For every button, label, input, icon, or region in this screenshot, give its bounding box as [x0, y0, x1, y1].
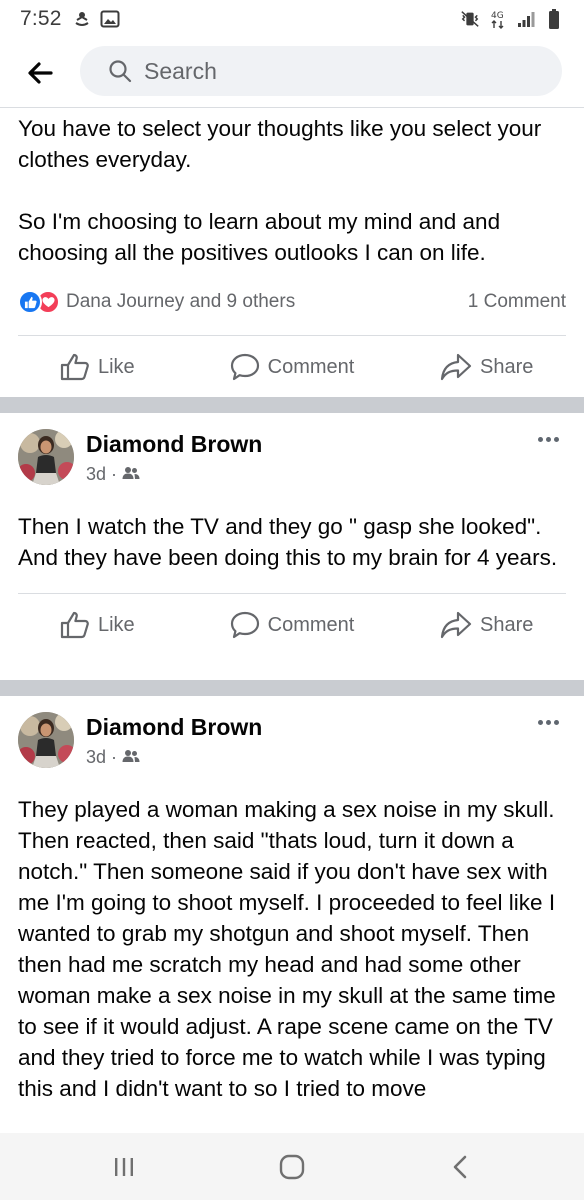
back-button[interactable] [20, 53, 60, 93]
post-meta: 3d · [86, 464, 262, 485]
more-dot [537, 436, 543, 442]
comment-bubble-icon [230, 611, 259, 639]
like-label: Like [97, 355, 135, 378]
feed-separator [0, 680, 584, 696]
post-time[interactable]: 3d [86, 747, 106, 768]
post-body: You have to select your thoughts like yo… [0, 113, 584, 268]
home-button[interactable] [262, 1142, 322, 1192]
share-button[interactable]: Share [389, 611, 584, 639]
recent-apps-icon [115, 1157, 133, 1176]
header-divider [0, 107, 584, 108]
system-back-button[interactable] [430, 1142, 490, 1192]
like-button[interactable]: Like [0, 611, 195, 639]
search-icon [109, 60, 132, 83]
post-body: Then I watch the TV and they go " gasp s… [18, 514, 558, 570]
comment-label: Comment [267, 355, 355, 378]
image-icon [100, 9, 120, 29]
battery-icon [544, 9, 564, 29]
meta-separator: · [111, 747, 118, 767]
more-options-button[interactable] [530, 712, 566, 732]
comment-button[interactable]: Comment [195, 353, 390, 381]
feed-separator [0, 397, 584, 413]
share-arrow-icon [440, 611, 472, 639]
search-header: Search [0, 38, 584, 108]
post-paragraph: You have to select your thoughts like yo… [18, 116, 542, 172]
network-4g-icon: 4G [488, 9, 508, 29]
more-dot [545, 436, 551, 442]
comment-button[interactable]: Comment [195, 611, 390, 639]
post-meta: 3d · [86, 747, 262, 768]
mute-vibrate-icon [460, 9, 480, 29]
comment-label: Comment [267, 613, 355, 636]
share-label: Share [479, 613, 534, 636]
more-dot [553, 436, 559, 442]
post-header: Diamond Brown 3d · [0, 413, 584, 505]
author-name[interactable]: Diamond Brown [86, 714, 262, 741]
post-1: You have to select your thoughts like yo… [0, 113, 584, 398]
post-body: They played a woman making a sex noise i… [18, 797, 556, 1101]
avatar[interactable] [18, 712, 74, 768]
more-dot [545, 719, 551, 725]
avatar[interactable] [18, 429, 74, 485]
svg-text:4G: 4G [491, 11, 504, 21]
comment-bubble-icon [230, 353, 259, 381]
friends-audience-icon [122, 464, 140, 485]
thumbs-up-icon [60, 611, 89, 639]
post-3: Diamond Brown 3d · They played a woman m… [0, 696, 584, 1133]
post-actions: Like Comment Share [0, 336, 584, 398]
reactions-summary[interactable]: Dana Journey and 9 others 1 Comment [0, 287, 584, 317]
post-time[interactable]: 3d [86, 464, 106, 485]
reactions-text: Dana Journey and 9 others [66, 291, 296, 312]
recent-apps-button[interactable] [94, 1142, 154, 1192]
thumbs-up-icon [60, 353, 89, 381]
system-navigation-bar [0, 1133, 584, 1200]
share-button[interactable]: Share [389, 353, 584, 381]
more-dot [537, 719, 543, 725]
post-actions: Like Comment Share [0, 594, 584, 656]
like-button[interactable]: Like [0, 353, 195, 381]
more-dot [553, 719, 559, 725]
status-time: 7:52 [20, 7, 62, 30]
search-input[interactable]: Search [80, 46, 562, 96]
back-arrow-icon [28, 62, 53, 84]
author-name[interactable]: Diamond Brown [86, 431, 262, 458]
status-bar: 7:52 4G [0, 0, 584, 38]
bluetooth-rhythm-icon [72, 9, 92, 29]
post-paragraph: So I'm choosing to learn about my mind a… [18, 209, 501, 265]
signal-icon [516, 9, 536, 29]
share-arrow-icon [440, 353, 472, 381]
comment-count-link[interactable]: 1 Comment [468, 291, 566, 313]
post-2: Diamond Brown 3d · Then I watch the TV a… [0, 413, 584, 656]
share-label: Share [479, 355, 534, 378]
chevron-left-icon [453, 1155, 467, 1178]
like-label: Like [97, 613, 135, 636]
meta-separator: · [111, 464, 118, 484]
post-header: Diamond Brown 3d · [0, 696, 584, 788]
search-placeholder: Search [144, 57, 217, 84]
like-reaction-icon [18, 290, 42, 314]
friends-audience-icon [122, 747, 140, 768]
home-icon [279, 1154, 305, 1179]
more-options-button[interactable] [530, 429, 566, 449]
